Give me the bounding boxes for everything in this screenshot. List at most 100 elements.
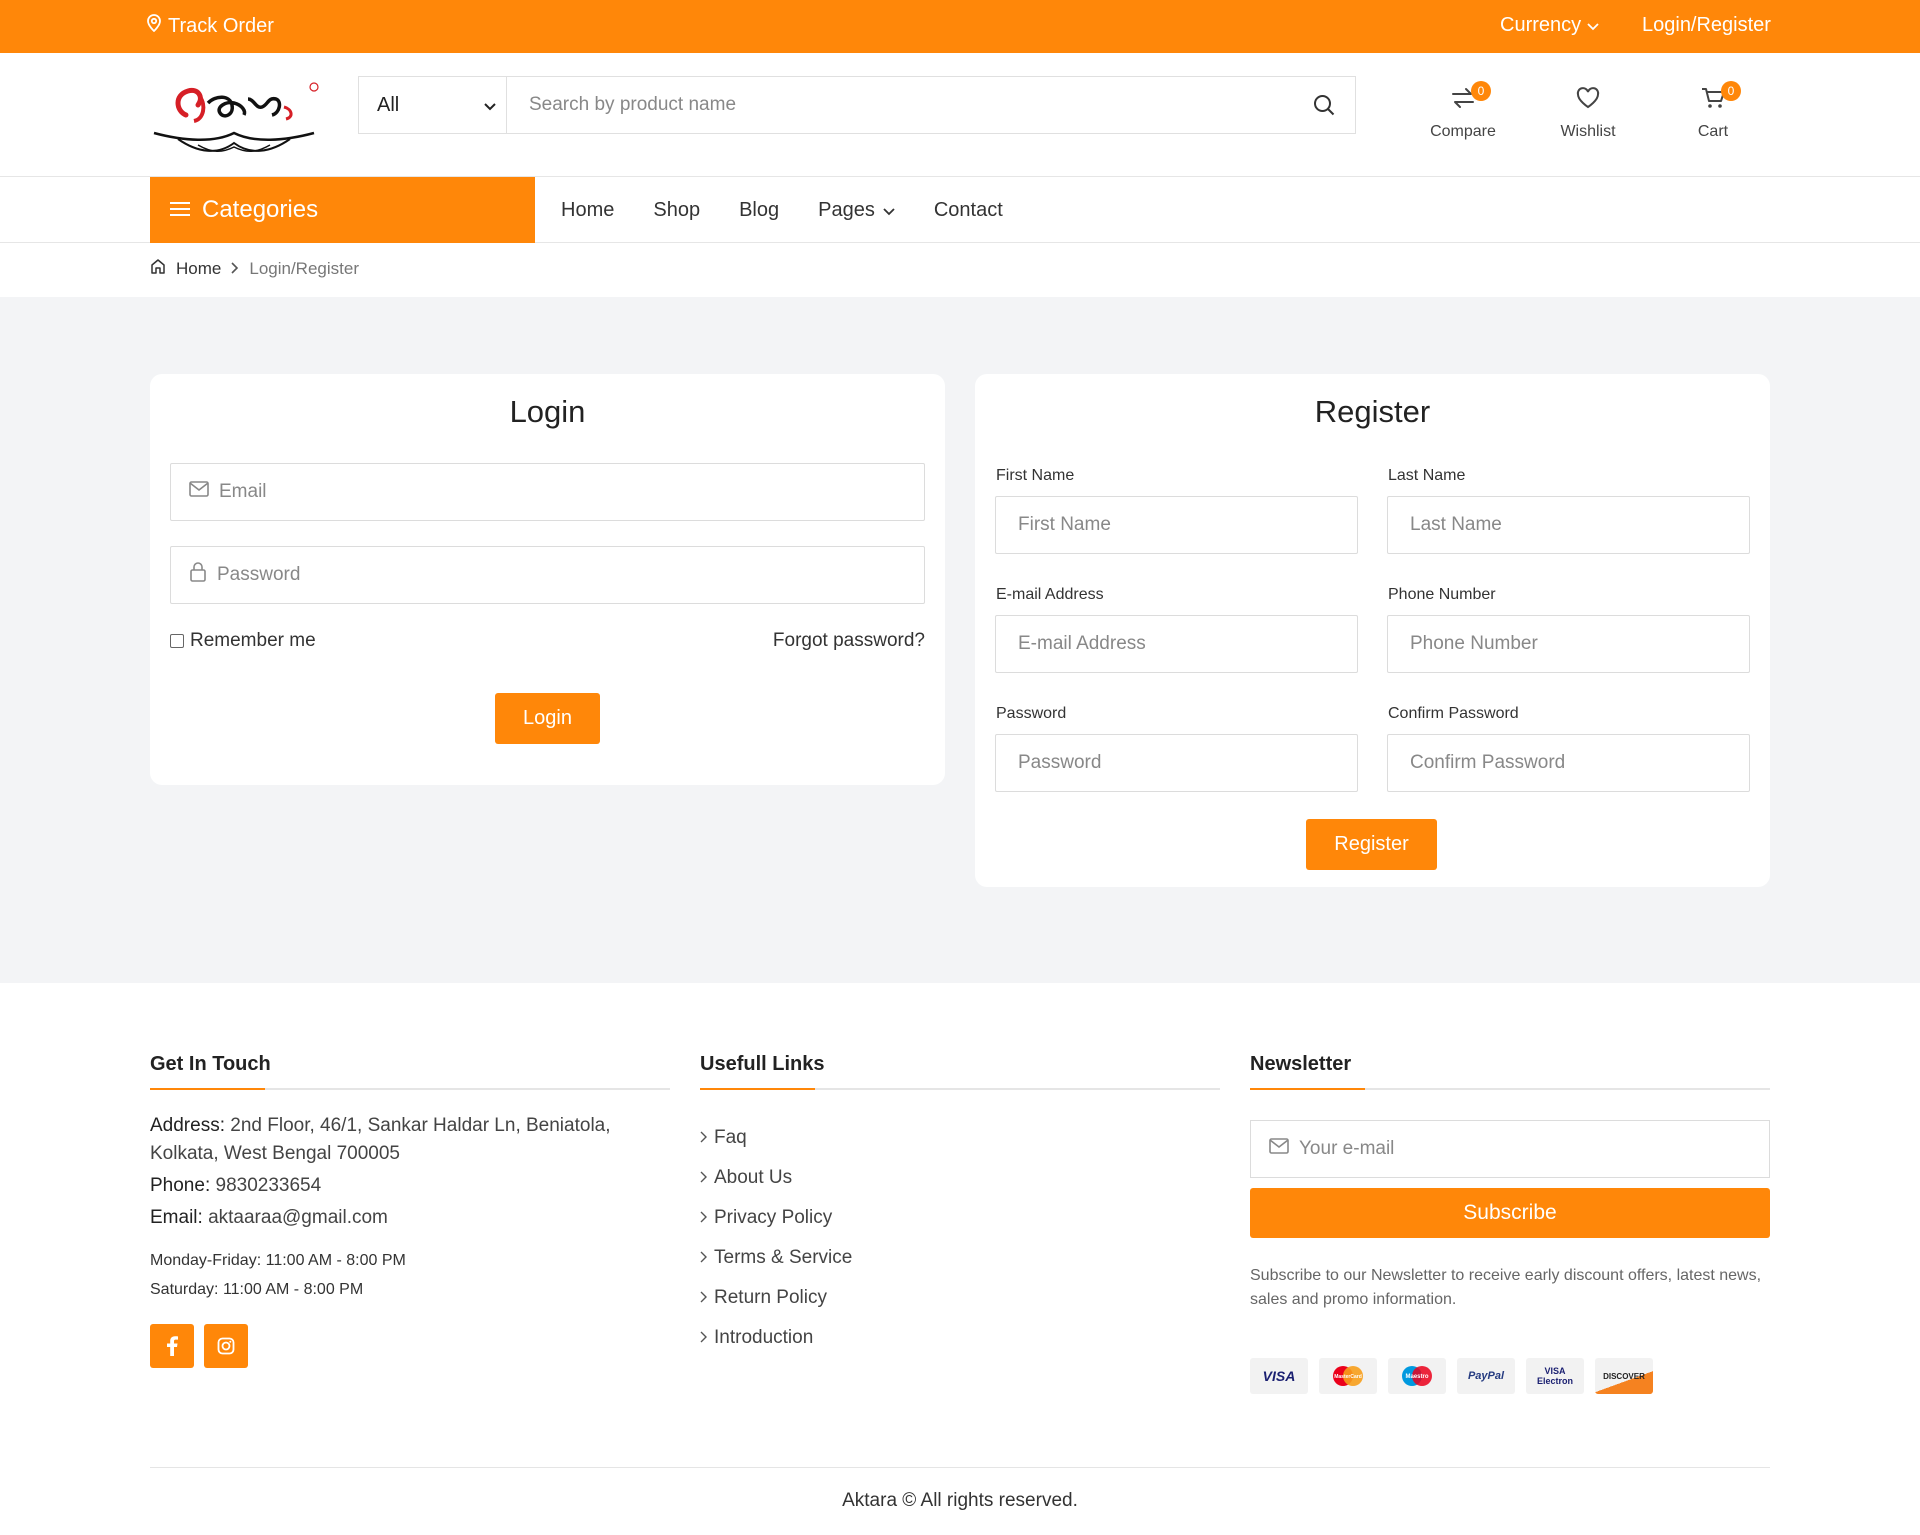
login-email-field[interactable]: Email	[170, 463, 925, 521]
mastercard-icon: MasterCard	[1319, 1358, 1377, 1394]
register-email-field[interactable]: E-mail Address	[995, 615, 1358, 673]
first-name-label: First Name	[996, 467, 1075, 484]
nav-item-blog[interactable]: Blog	[739, 199, 779, 222]
svg-text:Maestro: Maestro	[1405, 1374, 1428, 1380]
first-name-field[interactable]: First Name	[995, 496, 1358, 554]
currency-label: Currency	[1500, 14, 1582, 36]
hours-saturday: Saturday: 11:00 AM - 8:00 PM	[150, 1281, 364, 1298]
visa-electron-icon: VISA Electron	[1526, 1358, 1584, 1394]
home-icon	[150, 258, 166, 279]
contact-email[interactable]: Email: aktaaraa@gmail.com	[150, 1204, 670, 1232]
hours-weekdays: Monday-Friday: 11:00 AM - 8:00 PM	[150, 1252, 406, 1269]
chevron-down-icon	[1587, 14, 1599, 37]
search-bar: All Search by product name	[358, 76, 1356, 134]
login-password-placeholder: Password	[217, 564, 301, 585]
footer-links-title: Usefull Links	[700, 1053, 1220, 1090]
register-card: Register First Name First Name Last Name…	[975, 374, 1770, 887]
login-register-link[interactable]: Login/Register	[1642, 14, 1771, 37]
contact-address: Address: 2nd Floor, 46/1, Sankar Haldar …	[150, 1115, 611, 1164]
phone-field[interactable]: Phone Number	[1387, 615, 1750, 673]
chevron-right-icon	[700, 1127, 708, 1149]
mail-icon	[1269, 1138, 1289, 1160]
remember-me-checkbox[interactable]	[170, 634, 184, 648]
maestro-icon: Maestro	[1388, 1358, 1446, 1394]
payment-methods: VISA MasterCard Maestro PayPal VISA Elec…	[1250, 1358, 1770, 1394]
chevron-down-icon	[883, 199, 895, 222]
cart-button[interactable]: 0 Cart	[1663, 81, 1763, 141]
footer-link-faq[interactable]: Faq	[700, 1118, 1220, 1158]
visa-icon: VISA	[1250, 1358, 1308, 1394]
chevron-right-icon	[700, 1167, 708, 1189]
chevron-right-icon	[700, 1247, 708, 1269]
login-button[interactable]: Login	[495, 693, 600, 744]
svg-text:MasterCard: MasterCard	[1334, 1374, 1362, 1380]
login-password-field[interactable]: Password	[170, 546, 925, 604]
wishlist-label: Wishlist	[1560, 123, 1616, 140]
mail-icon	[189, 481, 209, 503]
remember-me: Remember me	[170, 630, 316, 652]
useful-links-list: Faq About Us Privacy Policy Terms & Serv…	[700, 1118, 1220, 1358]
confirm-password-field[interactable]: Confirm Password	[1387, 734, 1750, 792]
last-name-label: Last Name	[1388, 467, 1466, 484]
search-icon[interactable]	[1293, 77, 1355, 133]
footer-link-privacy[interactable]: Privacy Policy	[700, 1198, 1220, 1238]
instagram-icon[interactable]	[204, 1324, 248, 1368]
footer-contact-title: Get In Touch	[150, 1053, 670, 1090]
contact-info: Address: 2nd Floor, 46/1, Sankar Haldar …	[150, 1112, 670, 1232]
cart-label: Cart	[1697, 123, 1729, 140]
footer-newsletter: Newsletter Your e-mail Subscribe Subscri…	[1250, 1053, 1770, 1394]
facebook-icon[interactable]	[150, 1324, 194, 1368]
search-category-select[interactable]: All	[359, 77, 507, 133]
main-content: Login Email Password Remember me Forgot …	[0, 297, 1920, 983]
forgot-password-link[interactable]: Forgot password?	[773, 630, 925, 652]
newsletter-email-input[interactable]: Your e-mail	[1250, 1120, 1770, 1178]
main-nav: Categories Home Shop Blog Pages Contact	[0, 177, 1920, 243]
subscribe-button[interactable]: Subscribe	[1250, 1188, 1770, 1238]
register-title: Register	[1314, 394, 1431, 429]
track-order-link[interactable]: Track Order	[146, 14, 274, 38]
categories-label: Categories	[202, 196, 319, 223]
last-name-field[interactable]: Last Name	[1387, 496, 1750, 554]
login-title: Login	[509, 394, 586, 429]
search-input[interactable]: Search by product name	[507, 77, 1293, 133]
footer: Get In Touch Address: 2nd Floor, 46/1, S…	[0, 983, 1920, 1535]
breadcrumb-home[interactable]: Home	[176, 259, 221, 279]
nav-item-pages-label: Pages	[818, 198, 875, 221]
footer-link-return[interactable]: Return Policy	[700, 1278, 1220, 1318]
site-logo[interactable]	[148, 73, 320, 159]
register-button[interactable]: Register	[1306, 819, 1437, 870]
breadcrumb: Home Login/Register	[150, 258, 359, 279]
header: All Search by product name 0 Compare Wis…	[0, 53, 1920, 177]
footer-newsletter-title: Newsletter	[1250, 1053, 1770, 1090]
footer-link-terms[interactable]: Terms & Service	[700, 1238, 1220, 1278]
nav-item-shop[interactable]: Shop	[653, 199, 700, 222]
chevron-right-icon	[700, 1327, 708, 1349]
footer-link-introduction[interactable]: Introduction	[700, 1318, 1220, 1358]
nav-item-home[interactable]: Home	[561, 199, 614, 222]
nav-item-contact[interactable]: Contact	[934, 199, 1003, 222]
chevron-right-icon	[700, 1287, 708, 1309]
footer-link-about[interactable]: About Us	[700, 1158, 1220, 1198]
login-card: Login Email Password Remember me Forgot …	[150, 374, 945, 785]
remember-me-label: Remember me	[190, 630, 316, 651]
register-password-field[interactable]: Password	[995, 734, 1358, 792]
breadcrumb-current: Login/Register	[249, 258, 359, 278]
heart-icon	[1575, 86, 1601, 115]
paypal-icon: PayPal	[1457, 1358, 1515, 1394]
phone-label: Phone Number	[1388, 586, 1496, 603]
email-label: E-mail Address	[996, 586, 1104, 603]
newsletter-description: Subscribe to our Newsletter to receive e…	[1250, 1267, 1762, 1308]
compare-button[interactable]: 0 Compare	[1413, 81, 1513, 141]
currency-dropdown[interactable]: Currency	[1500, 14, 1599, 37]
chevron-right-icon	[231, 259, 239, 279]
wishlist-button[interactable]: Wishlist	[1538, 83, 1638, 141]
footer-links: Usefull Links Faq About Us Privacy Polic…	[700, 1053, 1220, 1358]
compare-count-badge: 0	[1471, 81, 1491, 101]
contact-phone[interactable]: Phone: 9830233654	[150, 1172, 670, 1200]
nav-item-pages[interactable]: Pages	[818, 199, 895, 222]
nav-menu: Home Shop Blog Pages Contact	[561, 177, 1003, 243]
categories-button[interactable]: Categories	[150, 177, 535, 243]
top-bar: Track Order Currency Login/Register	[0, 0, 1920, 53]
password-label: Password	[996, 705, 1067, 722]
lock-icon	[189, 562, 207, 588]
